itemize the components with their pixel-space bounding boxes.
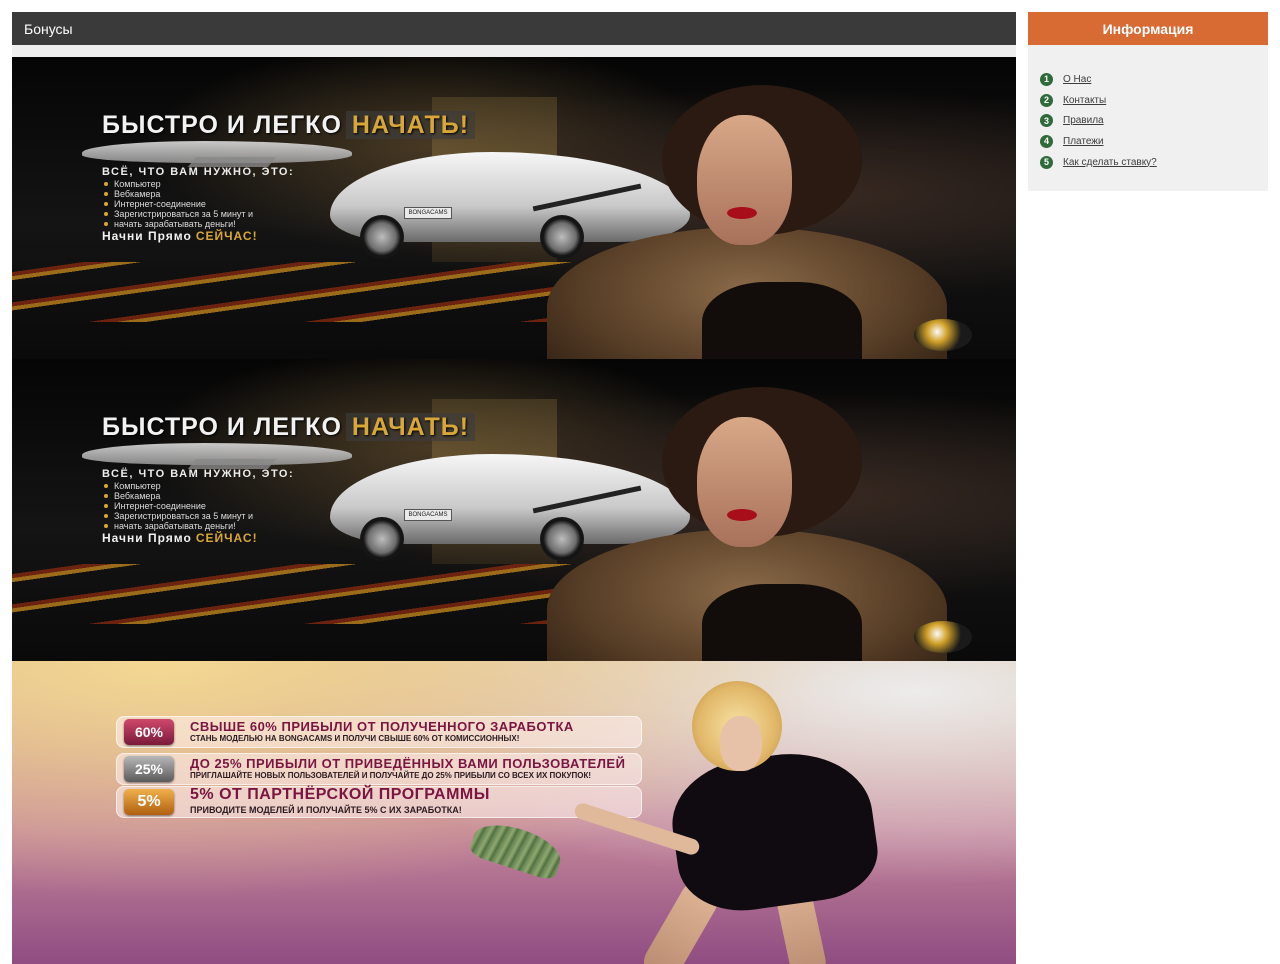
page-title: Бонусы	[24, 20, 73, 37]
list-item: начать зарабатывать деньги!	[102, 219, 253, 229]
number-4-icon: 4	[1040, 134, 1053, 148]
info-links-list: 1 О Нас 2 Контакты 3 Правила 4 Платежи 5…	[1040, 69, 1268, 172]
decorative-stripes	[12, 564, 572, 624]
dress-graphic	[702, 584, 862, 661]
list-item: Интернет-соединение	[102, 501, 253, 511]
list-item: Вебкамера	[102, 189, 253, 199]
car-wheel-graphic	[540, 215, 584, 259]
car-plate: BONGACAMS	[404, 207, 452, 219]
sidebar-item-about: 1 О Нас	[1040, 69, 1268, 90]
requirements-list: Компьютер Вебкамера Интернет-соединение …	[102, 481, 253, 531]
decorative-stripes	[12, 262, 572, 322]
offer-row: 25% ДО 25% ПРИБЫЛИ ОТ ПРИВЕДЁННЫХ ВАМИ П…	[116, 753, 642, 785]
offer-row: 60% СВЫШЕ 60% ПРИБЫЛИ ОТ ПОЛУЧЕННОГО ЗАР…	[116, 716, 642, 748]
rules-link[interactable]: Правила	[1063, 115, 1104, 126]
contacts-link[interactable]: Контакты	[1063, 95, 1106, 106]
list-item: Компьютер	[102, 179, 253, 189]
number-1-icon: 1	[1040, 72, 1053, 86]
sidebar-item-payments: 4 Платежи	[1040, 131, 1268, 152]
offer-subtext: СТАНЬ МОДЕЛЬЮ НА BONGACAMS И ПОЛУЧИ СВЫШ…	[190, 734, 520, 743]
sidebar-item-contacts: 2 Контакты	[1040, 90, 1268, 111]
model-face-graphic	[720, 716, 762, 771]
about-link[interactable]: О Нас	[1063, 74, 1091, 85]
banner-cta: Начни Прямо СЕЙЧАС!	[102, 229, 258, 243]
how-to-bet-link[interactable]: Как сделать ставку?	[1063, 157, 1157, 168]
bonga-logo-icon	[914, 319, 972, 351]
cash-fan-icon	[468, 816, 566, 882]
list-item: начать зарабатывать деньги!	[102, 521, 253, 531]
banner-cta-accent: СЕЙЧАС!	[195, 531, 258, 545]
list-item: Вебкамера	[102, 491, 253, 501]
offer-headline: 5% ОТ ПАРТНЁРСКОЙ ПРОГРАММЫ	[190, 786, 490, 803]
requirements-list: Компьютер Вебкамера Интернет-соединение …	[102, 179, 253, 229]
model-lips-graphic	[727, 509, 757, 521]
offer-subtext: ПРИВОДИТЕ МОДЕЛЕЙ И ПОЛУЧАЙТЕ 5% С ИХ ЗА…	[190, 805, 462, 815]
offer-row: 5% 5% ОТ ПАРТНЁРСКОЙ ПРОГРАММЫ ПРИВОДИТЕ…	[116, 786, 642, 818]
model-lips-graphic	[727, 207, 757, 219]
offer-badge: 60%	[124, 719, 174, 745]
banner-subtitle: ВСЁ, ЧТО ВАМ НУЖНО, ЭТО:	[102, 166, 295, 178]
banner-title: БЫСТРО И ЛЕГКО НАЧАТЬ!	[102, 111, 476, 140]
list-item: Интернет-соединение	[102, 199, 253, 209]
banner-cta-text: Начни Прямо	[102, 531, 192, 545]
list-item: Зарегистрироваться за 5 минут и	[102, 511, 253, 521]
banner-title-text: БЫСТРО И ЛЕГКО	[102, 413, 342, 441]
offer-badge: 25%	[124, 756, 174, 782]
car-wheel-graphic	[360, 517, 404, 561]
bonga-logo-icon	[914, 621, 972, 653]
page-title-bar: Бонусы	[12, 12, 1016, 45]
promo-banner-start-2[interactable]: BONGACAMS БЫСТРО И ЛЕГКО НАЧАТЬ! ВСЁ, ЧТО…	[12, 359, 1016, 661]
model-face-graphic	[697, 115, 792, 245]
offer-headline: СВЫШЕ 60% ПРИБЫЛИ ОТ ПОЛУЧЕННОГО ЗАРАБОТ…	[190, 719, 574, 734]
banner-title: БЫСТРО И ЛЕГКО НАЧАТЬ!	[102, 413, 476, 442]
number-3-icon: 3	[1040, 114, 1053, 128]
sidebar-title-bar: Информация	[1028, 12, 1268, 45]
number-2-icon: 2	[1040, 93, 1053, 107]
number-5-icon: 5	[1040, 155, 1053, 169]
offer-subtext: ПРИГЛАШАЙТЕ НОВЫХ ПОЛЬЗОВАТЕЛЕЙ И ПОЛУЧА…	[190, 771, 592, 780]
list-item: Компьютер	[102, 481, 253, 491]
banner-cta-text: Начни Прямо	[102, 229, 192, 243]
banner-title-accent: НАЧАТЬ!	[345, 413, 476, 441]
header-divider	[12, 45, 1016, 57]
offer-headline: ДО 25% ПРИБЫЛИ ОТ ПРИВЕДЁННЫХ ВАМИ ПОЛЬЗ…	[190, 756, 626, 771]
banner-cta: Начни Прямо СЕЙЧАС!	[102, 531, 258, 545]
dress-graphic	[702, 282, 862, 359]
banner-title-accent: НАЧАТЬ!	[345, 111, 476, 139]
banner-subtitle: ВСЁ, ЧТО ВАМ НУЖНО, ЭТО:	[102, 468, 295, 480]
model-face-graphic	[697, 417, 792, 547]
offer-badge: 5%	[124, 789, 174, 815]
banner-title-text: БЫСТРО И ЛЕГКО	[102, 111, 342, 139]
promo-banner-start-1[interactable]: BONGACAMS БЫСТРО И ЛЕГКО НАЧАТЬ! ВСЁ, ЧТО…	[12, 57, 1016, 359]
promo-banner-offers[interactable]: 60% СВЫШЕ 60% ПРИБЫЛИ ОТ ПОЛУЧЕННОГО ЗАР…	[12, 661, 1016, 964]
sidebar-title: Информация	[1102, 20, 1194, 37]
car-wheel-graphic	[540, 517, 584, 561]
model-dress-graphic	[664, 742, 884, 920]
list-item: Зарегистрироваться за 5 минут и	[102, 209, 253, 219]
sidebar-item-how-to-bet: 5 Как сделать ставку?	[1040, 152, 1268, 173]
car-wheel-graphic	[360, 215, 404, 259]
payments-link[interactable]: Платежи	[1063, 136, 1104, 147]
banner-cta-accent: СЕЙЧАС!	[195, 229, 258, 243]
sidebar-panel: 1 О Нас 2 Контакты 3 Правила 4 Платежи 5…	[1028, 45, 1268, 191]
car-plate: BONGACAMS	[404, 509, 452, 521]
sidebar-item-rules: 3 Правила	[1040, 110, 1268, 131]
